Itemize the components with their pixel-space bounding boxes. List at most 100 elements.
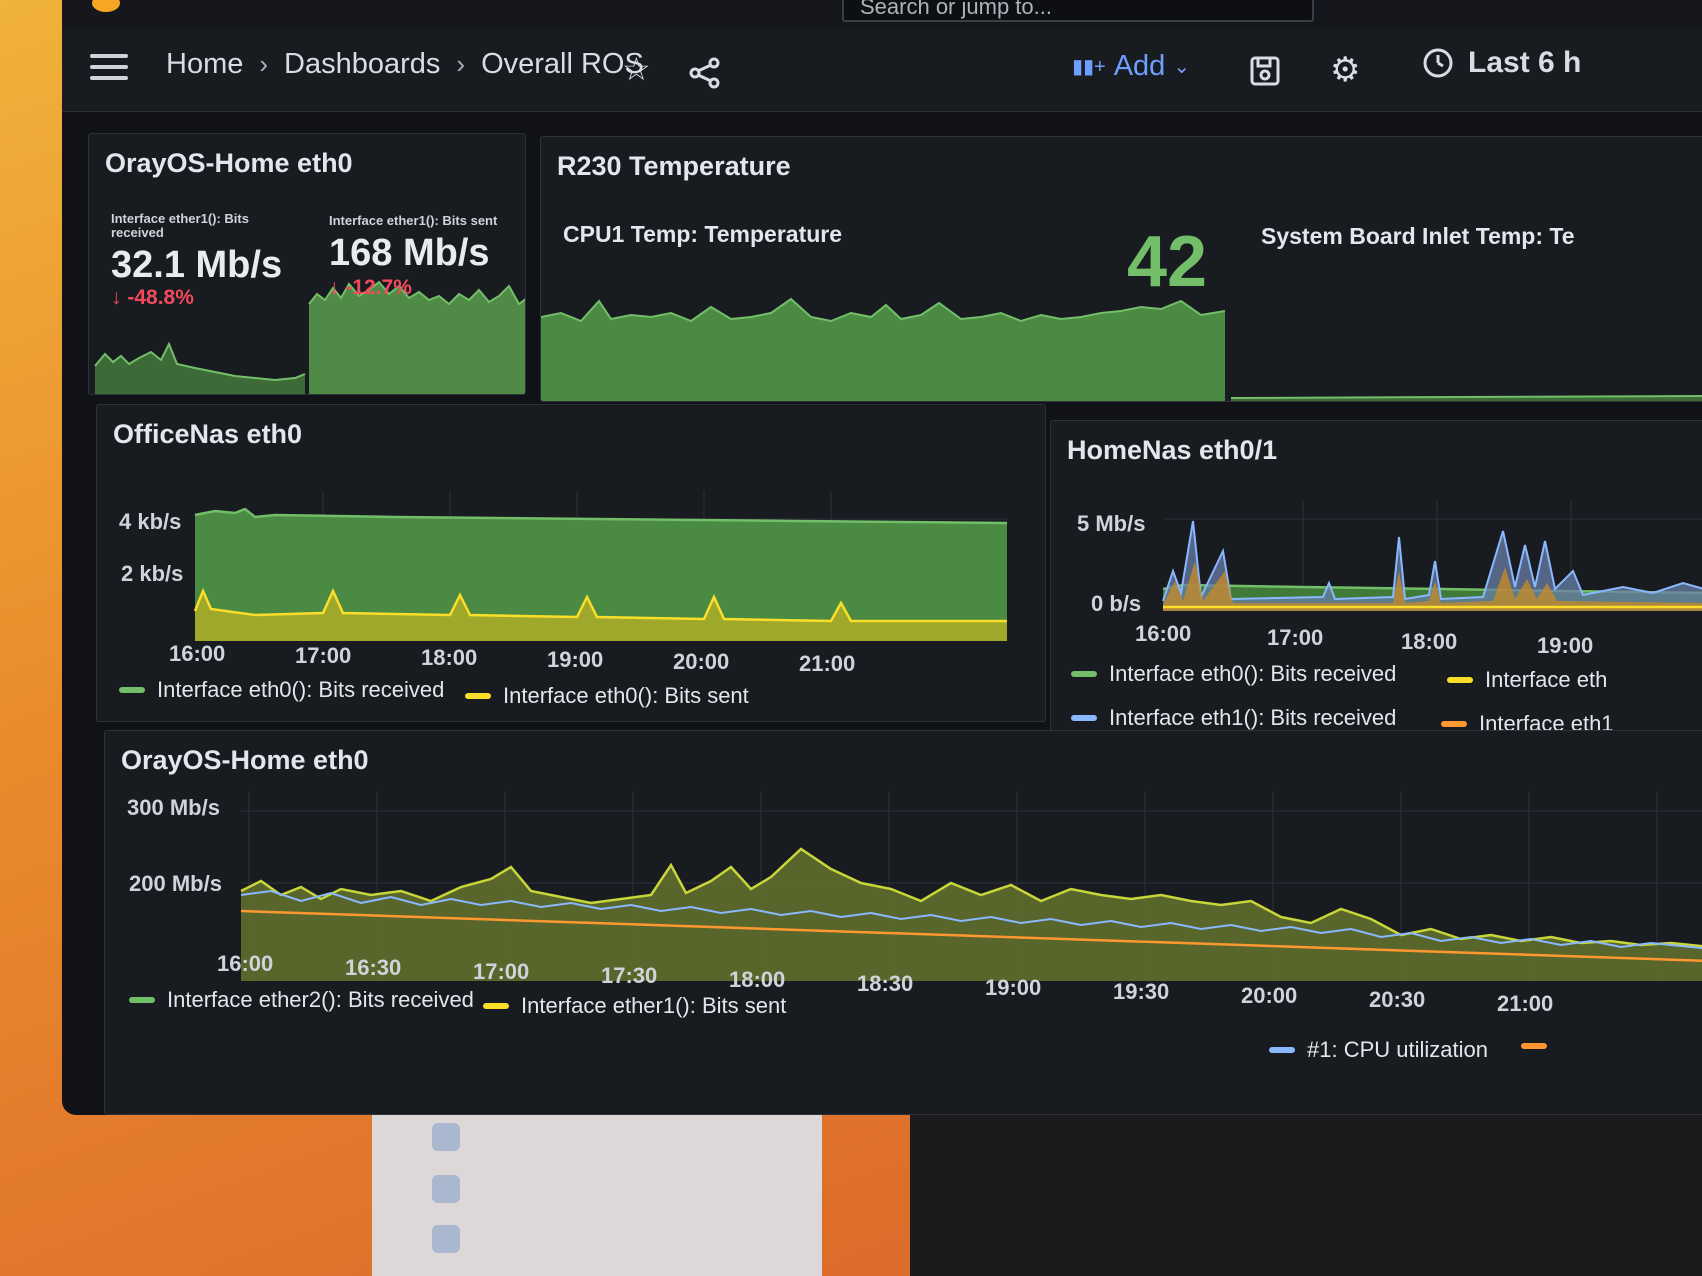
legend-item[interactable]: Interface eth — [1447, 667, 1607, 693]
search-input[interactable]: Search or jump to... — [842, 0, 1314, 22]
add-button-label: Add — [1113, 50, 1166, 82]
top-strip: Search or jump to... — [62, 0, 1702, 28]
breadcrumb-dashboards[interactable]: Dashboards — [284, 48, 440, 81]
oray-timeseries-chart — [240, 791, 1702, 981]
legend-item[interactable]: Interface eth0(): Bits received — [1071, 661, 1396, 687]
legend-label: #1: CPU utilization — [1307, 1037, 1488, 1062]
panel-officenas-eth0[interactable]: OfficeNas eth0 4 kb/s 2 kb/s 16:00 17:00… — [96, 404, 1046, 722]
save-icon[interactable] — [1250, 56, 1280, 86]
legend-item[interactable]: Interface ether2(): Bits received — [129, 987, 474, 1013]
received-sparkline — [94, 341, 306, 394]
x-tick: 19:00 — [1537, 633, 1594, 658]
x-tick: 16:00 — [1135, 621, 1192, 646]
panel-r230-temperature[interactable]: R230 Temperature CPU1 Temp: Temperature … — [540, 136, 1702, 402]
legend-label: Interface eth0(): Bits received — [157, 677, 445, 702]
panel-oray-stat[interactable]: OrayOS-Home eth0 Interface ether1(): Bit… — [88, 133, 526, 395]
grafana-logo-icon[interactable] — [92, 0, 120, 12]
x-tick: 17:00 — [295, 643, 352, 668]
legend-swatch — [129, 997, 155, 1003]
settings-item-network[interactable] — [432, 1225, 460, 1253]
time-range-picker[interactable]: Last 6 h — [1422, 46, 1581, 80]
wifi-icon — [432, 1123, 460, 1151]
inlet-temp-sparkline — [1230, 395, 1702, 401]
homenas-chart — [1162, 501, 1702, 611]
legend-item[interactable]: Interface eth0(): Bits sent — [465, 683, 749, 709]
settings-window — [372, 1115, 822, 1276]
legend-label: Interface eth0(): Bits received — [1109, 661, 1397, 686]
legend-label: Interface ether2(): Bits received — [167, 987, 474, 1012]
panel-title: OrayOS-Home eth0 — [121, 745, 369, 775]
menu-icon[interactable] — [90, 54, 128, 82]
x-tick: 21:00 — [1497, 991, 1554, 1016]
x-tick: 18:00 — [421, 645, 478, 670]
x-tick: 19:00 — [985, 975, 1042, 1000]
sent-value: 168 Mb/s — [329, 232, 490, 274]
legend-swatch — [1441, 721, 1467, 727]
x-tick: 16:00 — [217, 951, 274, 976]
x-tick: 18:00 — [729, 967, 786, 992]
legend-swatch — [1521, 1043, 1547, 1049]
y-tick: 4 kb/s — [119, 509, 182, 534]
received-delta-value: -48.8% — [127, 286, 194, 309]
time-range-label: Last 6 h — [1468, 46, 1582, 79]
x-tick: 17:00 — [1267, 625, 1324, 650]
legend-label: Interface eth1(): Bits received — [1109, 705, 1397, 730]
x-tick: 19:30 — [1113, 979, 1170, 1004]
legend-label: Interface eth0(): Bits sent — [503, 683, 749, 708]
dashboard-navbar: Home › Dashboards › Overall ROS ☆ ▮▮+ Ad… — [62, 28, 1702, 112]
legend-swatch — [465, 693, 491, 699]
x-tick: 19:00 — [547, 647, 604, 672]
y-tick: 0 b/s — [1091, 591, 1142, 616]
chevron-right-icon: › — [259, 49, 269, 79]
x-tick: 20:00 — [1241, 983, 1298, 1008]
sent-delta: ↓ -12.7% — [329, 276, 412, 299]
desktop-background — [0, 1115, 1702, 1276]
officenas-chart — [193, 491, 1008, 641]
share-icon[interactable] — [689, 57, 720, 89]
legend-swatch — [119, 687, 145, 693]
sent-delta-value: -12.7% — [345, 276, 412, 299]
add-button[interactable]: ▮▮+ Add ⌄ — [1072, 50, 1190, 83]
legend-item[interactable]: Interface eth1(): Bits received — [1071, 705, 1396, 731]
legend-swatch — [1071, 715, 1097, 721]
x-tick: 16:30 — [345, 955, 402, 980]
settings-item-wifi[interactable] — [432, 1123, 460, 1151]
breadcrumb-dashboard-title[interactable]: Overall ROS — [481, 48, 644, 81]
received-delta: ↓ -48.8% — [111, 286, 194, 309]
sent-stat: Interface ether1(): Bits sent 168 Mb/s ↓… — [308, 134, 525, 394]
grafana-screen: Search or jump to... Home › Dashboards ›… — [62, 0, 1702, 1115]
legend-label: Interface ether1(): Bits sent — [521, 993, 787, 1018]
panel-oray-timeseries[interactable]: OrayOS-Home eth0 300 Mb/s 200 Mb/s 16:00… — [104, 730, 1702, 1115]
dark-window — [910, 1115, 1702, 1276]
bluetooth-icon — [432, 1175, 460, 1203]
gear-icon[interactable]: ⚙ — [1330, 50, 1360, 90]
clock-icon — [1423, 48, 1453, 78]
panel-homenas-eth01[interactable]: HomeNas eth0/1 5 Mb/s 0 b/s 16:00 17:00 … — [1050, 420, 1702, 750]
received-label: Interface ether1(): Bits received — [111, 211, 249, 240]
breadcrumb: Home › Dashboards › Overall ROS — [166, 48, 644, 81]
add-panel-icon: ▮▮+ — [1072, 56, 1106, 78]
star-icon[interactable]: ☆ — [622, 50, 651, 88]
x-tick: 18:30 — [857, 971, 914, 996]
legend-item[interactable]: #1: CPU utilization — [1269, 1037, 1488, 1063]
chevron-down-icon: ⌄ — [1173, 56, 1191, 78]
legend-swatch — [1269, 1047, 1295, 1053]
cpu-temp-sparkline — [541, 297, 1226, 401]
cpu-temp-label: CPU1 Temp: Temperature — [563, 221, 843, 247]
x-tick: 16:00 — [169, 641, 226, 666]
legend-item[interactable]: Interface eth0(): Bits received — [119, 677, 444, 703]
received-value: 32.1 Mb/s — [111, 244, 283, 286]
y-tick: 5 Mb/s — [1077, 511, 1146, 536]
y-tick: 200 Mb/s — [129, 871, 222, 896]
breadcrumb-home[interactable]: Home — [166, 48, 243, 81]
legend-item[interactable] — [1521, 1043, 1547, 1049]
legend-swatch — [1071, 671, 1097, 677]
sent-label: Interface ether1(): Bits sent — [329, 213, 498, 228]
x-tick: 20:30 — [1369, 987, 1426, 1012]
y-tick: 300 Mb/s — [127, 795, 220, 820]
settings-item-bluetooth[interactable] — [432, 1175, 460, 1203]
x-tick: 21:00 — [799, 651, 856, 676]
network-icon — [432, 1225, 460, 1253]
legend-swatch — [483, 1003, 509, 1009]
legend-item[interactable]: Interface ether1(): Bits sent — [483, 993, 786, 1019]
